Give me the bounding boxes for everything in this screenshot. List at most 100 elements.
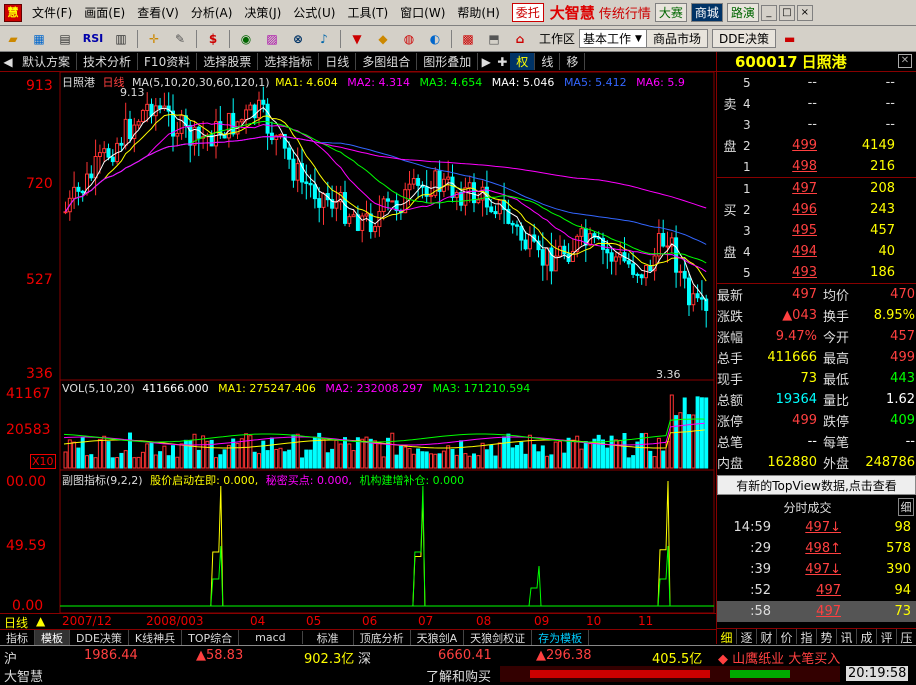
chart-area[interactable]: 日照港 日线 MA(5,10,20,30,60,120,1) MA1: 4.60…	[0, 72, 716, 614]
menu-analysis[interactable]: 分析(A)	[185, 4, 239, 21]
tab-sirius-warrant[interactable]: 天狼剑权证	[464, 629, 533, 646]
rsi-icon[interactable]: RSI	[80, 29, 106, 49]
menu-formula[interactable]: 公式(U)	[287, 4, 341, 21]
alert-message[interactable]: ◆ 山鹰纸业 大笔买入	[718, 648, 840, 667]
menu-help[interactable]: 帮助(H)	[451, 4, 505, 21]
menu-view[interactable]: 查看(V)	[131, 4, 185, 21]
close-icon[interactable]: ×	[796, 4, 813, 21]
commodity-market-button[interactable]: 商品市场	[645, 29, 708, 48]
dde-decision-button[interactable]: DDE决策	[711, 29, 777, 48]
menu-file[interactable]: 文件(F)	[26, 4, 78, 21]
quote-tab[interactable]: 压	[897, 629, 916, 645]
entrust-button[interactable]: 委托	[511, 3, 544, 22]
report-icon[interactable]: ▥	[110, 29, 132, 49]
tab-template[interactable]: 模板	[35, 629, 70, 646]
buy-level-5[interactable]: 5 493 186	[717, 262, 916, 283]
line-button[interactable]: 线	[535, 53, 561, 70]
ruler-icon[interactable]: ✎	[169, 29, 191, 49]
arrow-left-icon[interactable]: ◀	[0, 55, 16, 69]
buy-level-2[interactable]: 买 2 496 243	[717, 199, 916, 220]
menu-screen[interactable]: 画面(E)	[78, 4, 131, 21]
crosshair-icon[interactable]: ✛	[143, 29, 165, 49]
export-icon[interactable]: ⬒	[483, 29, 505, 49]
menu-window[interactable]: 窗口(W)	[394, 4, 451, 21]
level-price: 496	[792, 202, 817, 217]
quote-tab[interactable]: 势	[817, 629, 837, 645]
quote-tab[interactable]: 指	[797, 629, 817, 645]
tick-row[interactable]: :58 497 73	[717, 601, 916, 622]
chevron-down-icon[interactable]: ▼	[635, 34, 642, 44]
menu-decision[interactable]: 决策(J)	[238, 4, 287, 21]
minimize-icon[interactable]: _	[760, 4, 777, 21]
restore-icon[interactable]: □	[778, 4, 795, 21]
tick-row[interactable]: :29 498↑ 578	[717, 538, 916, 559]
filter-icon[interactable]: ▨	[261, 29, 283, 49]
tick-row[interactable]: 14:59 497↓ 98	[717, 517, 916, 538]
tab-sirius-a[interactable]: 天狼剑A	[411, 629, 465, 646]
volume-bar	[377, 442, 382, 469]
plus-icon[interactable]: ✚	[494, 55, 510, 69]
tab-top-bottom[interactable]: 顶底分析	[354, 629, 411, 646]
folder-icon[interactable]: ▰	[2, 29, 24, 49]
sell-level-3[interactable]: 3 -- --	[717, 114, 916, 135]
menu-tools[interactable]: 工具(T)	[341, 4, 394, 21]
sell-level-4[interactable]: 卖 4 -- --	[717, 93, 916, 114]
sell-level-5[interactable]: 5 -- --	[717, 72, 916, 93]
quote-tab[interactable]: 价	[777, 629, 797, 645]
quote-tab[interactable]: 讯	[837, 629, 857, 645]
mall-button[interactable]: 商城	[690, 3, 723, 22]
chart-window-icon[interactable]: ▦	[28, 29, 50, 49]
quote-tab[interactable]: 财	[757, 629, 777, 645]
quote-tab[interactable]: 细	[717, 629, 737, 645]
grid-icon[interactable]: ▤	[54, 29, 76, 49]
quote-tab[interactable]: 成	[857, 629, 877, 645]
topview-button[interactable]: 有新的TopView数据,点击查看	[717, 475, 916, 495]
kline-chart[interactable]	[0, 72, 716, 614]
select-stock-button[interactable]: 选择股票	[197, 53, 259, 70]
minimize-panel-icon[interactable]: ▬	[784, 32, 795, 46]
multi-chart-button[interactable]: 多图组合	[356, 53, 418, 70]
tick-row[interactable]: :52 497 94	[717, 580, 916, 601]
tab-standard[interactable]: 标准	[303, 629, 354, 646]
eye-icon[interactable]: ◉	[235, 29, 257, 49]
tech-analysis-button[interactable]: 技术分析	[77, 53, 139, 70]
volume-bar	[330, 448, 335, 469]
tab-dde[interactable]: DDE决策	[70, 629, 129, 646]
diamond-icon[interactable]: ◆	[372, 29, 394, 49]
alarm-icon[interactable]: ♪	[313, 29, 335, 49]
money-icon[interactable]: ◍	[398, 29, 420, 49]
sell-level-2[interactable]: 盘 2 499 4149	[717, 135, 916, 156]
tab-macd[interactable]: macd	[239, 631, 303, 644]
default-scheme-button[interactable]: 默认方案	[16, 53, 78, 70]
roadshow-button[interactable]: 路演	[726, 3, 759, 22]
quote-tab[interactable]: 评	[877, 629, 897, 645]
tick-row[interactable]: :39 497↓ 390	[717, 559, 916, 580]
buy-level-3[interactable]: 3 495 457	[717, 220, 916, 241]
tab-indicator[interactable]: 指标	[0, 629, 35, 646]
info-icon[interactable]: ◐	[424, 29, 446, 49]
close-icon[interactable]: ✕	[898, 54, 912, 68]
buy-level-4[interactable]: 盘 4 494 40	[717, 241, 916, 262]
contest-button[interactable]: 大赛	[654, 3, 687, 22]
arrow-right-icon[interactable]: ▶	[478, 55, 494, 69]
strategy-icon[interactable]: ▼	[346, 29, 368, 49]
save-template-button[interactable]: 存为模板	[532, 629, 590, 646]
period-daily-button[interactable]: 日线	[319, 53, 357, 70]
ticks-detail-button[interactable]: 细	[898, 498, 914, 516]
buy-level-1[interactable]: 1 497 208	[717, 178, 916, 199]
select-indicator-button[interactable]: 选择指标	[258, 53, 320, 70]
dollar-icon[interactable]: $	[202, 29, 224, 49]
sell-level-1[interactable]: 1 498 216	[717, 156, 916, 177]
tab-kline-soldier[interactable]: K线神兵	[129, 629, 183, 646]
home-icon[interactable]: ⌂	[509, 29, 531, 49]
period-up-icon[interactable]: ▲	[36, 614, 45, 628]
quote-tab[interactable]: 逐	[737, 629, 757, 645]
overlay-button[interactable]: 图形叠加	[417, 53, 479, 70]
f10-button[interactable]: F10资料	[138, 53, 198, 70]
status-ticker[interactable]: 了解和购买	[426, 666, 491, 685]
move-button[interactable]: 移	[560, 53, 586, 70]
rights-button[interactable]: 权	[510, 53, 536, 70]
binoculars-icon[interactable]: ⊗	[287, 29, 309, 49]
news-icon[interactable]: ▩	[457, 29, 479, 49]
tab-top[interactable]: TOP综合	[182, 629, 240, 646]
